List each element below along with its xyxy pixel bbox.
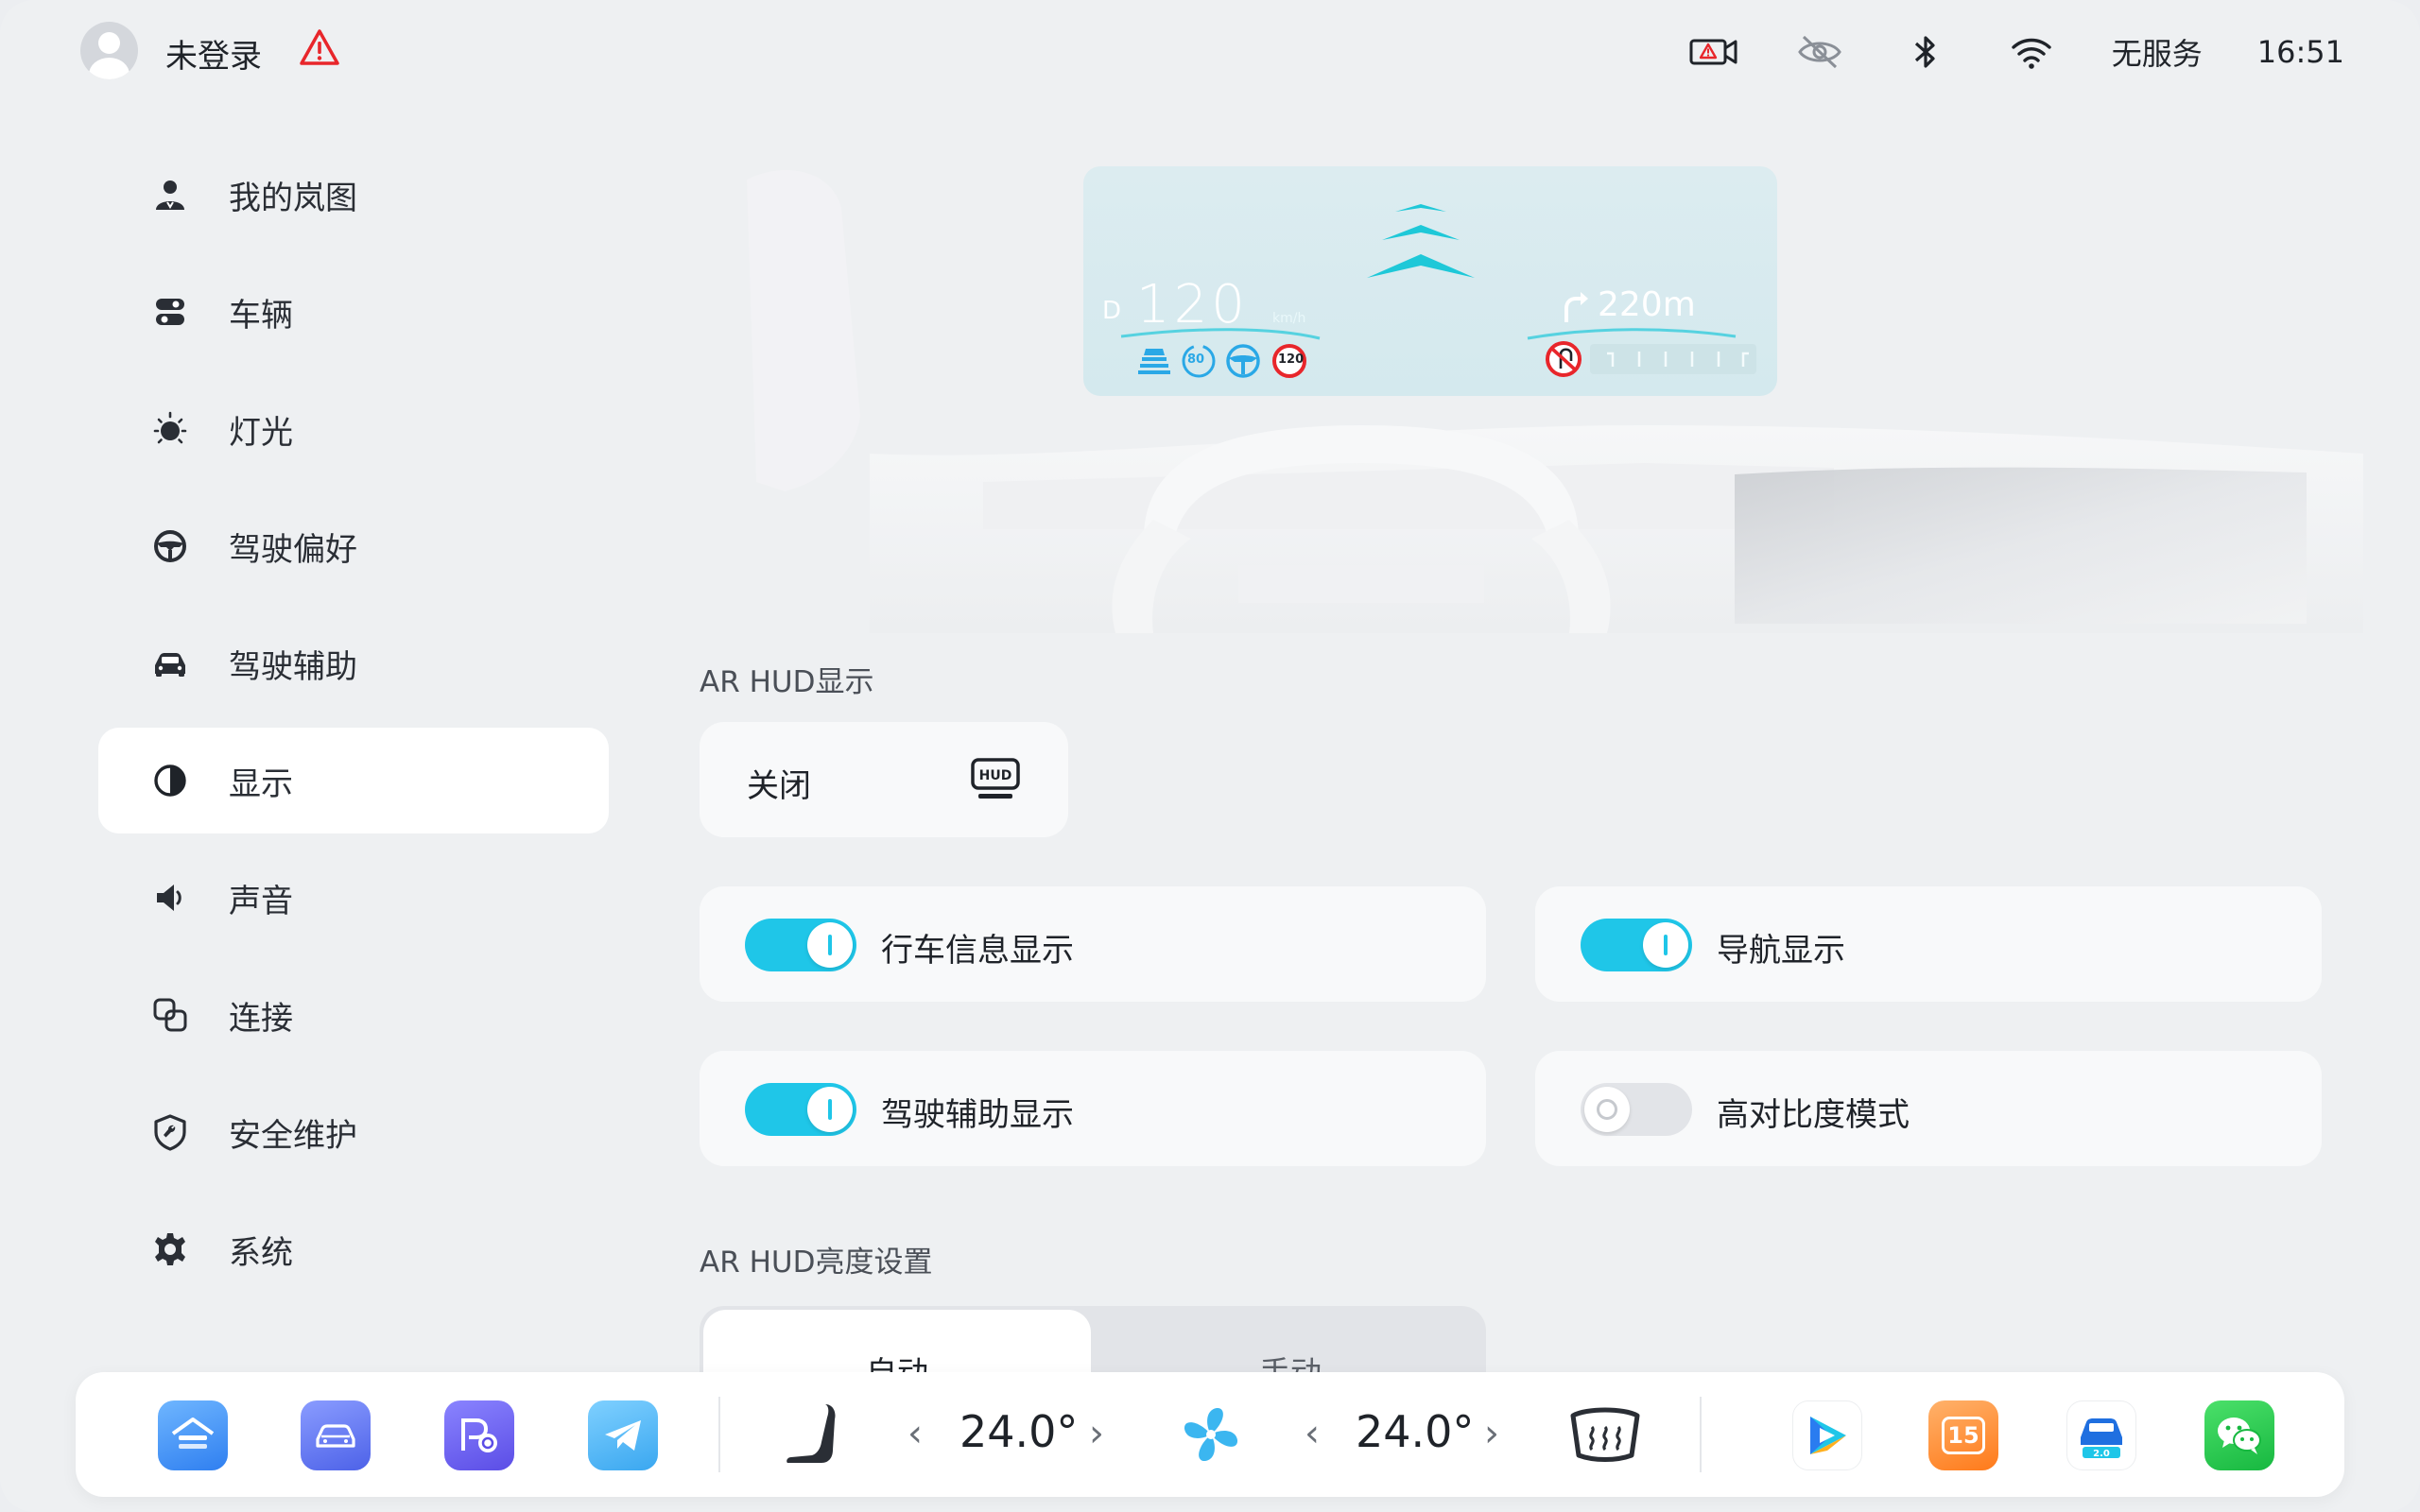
navigation-display-toggle[interactable] bbox=[1581, 919, 1692, 971]
hud-nav-distance: 220m bbox=[1598, 285, 1696, 324]
toggle-label: 行车信息显示 bbox=[881, 932, 1074, 970]
hud-display-preview: D 120 km/h 80 120 220m bbox=[1083, 166, 1777, 396]
sidebar-item-my-voyah[interactable]: 我的岚图 bbox=[98, 142, 609, 248]
sidebar-item-label: 我的岚图 bbox=[229, 179, 357, 217]
car-app-icon[interactable] bbox=[301, 1400, 371, 1470]
gear-icon bbox=[149, 1228, 191, 1270]
high-contrast-mode-card: 高对比度模式 bbox=[1535, 1051, 2322, 1166]
driving-assist-display-card: 驾驶辅助显示 bbox=[700, 1051, 1486, 1166]
wechat-app-icon[interactable] bbox=[2204, 1400, 2274, 1470]
avatar[interactable] bbox=[80, 22, 138, 79]
ar-hud-section-title: AR HUD显示 bbox=[700, 665, 874, 699]
hud-speed-unit: km/h bbox=[1272, 311, 1306, 326]
brightness-section-title: AR HUD亮度设置 bbox=[700, 1246, 933, 1280]
dock-divider bbox=[718, 1397, 720, 1472]
video-app-icon[interactable] bbox=[1792, 1400, 1862, 1470]
sidebar-item-label: 连接 bbox=[229, 999, 293, 1038]
status-icons: 无服务 16:51 bbox=[1688, 24, 2344, 80]
fan-icon[interactable] bbox=[1177, 1400, 1245, 1469]
status-bar: 未登录 无服务 16:51 bbox=[0, 0, 2420, 104]
rear-defrost-icon[interactable] bbox=[1567, 1400, 1643, 1469]
right-temp-decrease-button[interactable]: ‹ bbox=[1305, 1412, 1320, 1455]
sidebar-item-display[interactable]: 显示 bbox=[98, 728, 609, 833]
hud-gear: D bbox=[1102, 297, 1122, 325]
settings-screen: 未登录 无服务 16:51 我的岚图 车辆 灯光 驾驶偏好 驾驶辅助 显示 声音… bbox=[0, 0, 2420, 1512]
camera-off-icon[interactable] bbox=[1794, 29, 1845, 75]
calendar-app-icon[interactable]: 15 bbox=[1928, 1400, 1998, 1470]
home-app-icon[interactable] bbox=[158, 1400, 228, 1470]
sidebar-item-label: 安全维护 bbox=[229, 1116, 357, 1155]
hud-mode-label: 关闭 bbox=[747, 767, 811, 805]
network-status: 无服务 bbox=[2111, 36, 2203, 72]
display-contrast-icon bbox=[149, 760, 191, 801]
sidebar-item-system[interactable]: 系统 bbox=[98, 1196, 609, 1302]
hud-speed-limit: 120 bbox=[1278, 352, 1305, 367]
sidebar-item-label: 灯光 bbox=[229, 413, 293, 452]
driving-info-display-card: 行车信息显示 bbox=[700, 886, 1486, 1002]
seat-heating-icon[interactable] bbox=[780, 1399, 846, 1470]
user-icon bbox=[149, 174, 191, 215]
user-login-status[interactable]: 未登录 bbox=[165, 30, 262, 77]
sidebar-item-label: 驾驶辅助 bbox=[229, 647, 357, 686]
sidebar-item-lights[interactable]: 灯光 bbox=[98, 376, 609, 482]
high-contrast-mode-toggle[interactable] bbox=[1581, 1083, 1692, 1136]
speaker-icon bbox=[149, 877, 191, 919]
right-temp-increase-button[interactable]: › bbox=[1484, 1412, 1499, 1455]
lane-keep-icon bbox=[1138, 349, 1170, 374]
shield-wrench-icon bbox=[149, 1111, 191, 1153]
sidebar-item-label: 驾驶偏好 bbox=[229, 530, 357, 569]
sidebar-item-label: 系统 bbox=[229, 1233, 293, 1272]
hud-speed: 120 bbox=[1136, 274, 1249, 335]
hud-acc-speed: 80 bbox=[1187, 352, 1205, 367]
left-temp-decrease-button[interactable]: ‹ bbox=[908, 1412, 923, 1455]
left-temperature: 24.0° bbox=[959, 1406, 1079, 1457]
settings-sidebar: 我的岚图 车辆 灯光 驾驶偏好 驾驶辅助 显示 声音 连接 安全维护 系统 bbox=[98, 142, 609, 1314]
sidebar-item-vehicle[interactable]: 车辆 bbox=[98, 259, 609, 365]
steering-wheel-icon bbox=[149, 525, 191, 567]
warning-icon[interactable] bbox=[298, 26, 341, 70]
driving-info-display-toggle[interactable] bbox=[745, 919, 856, 971]
car-assist-icon bbox=[149, 643, 191, 684]
sidebar-item-driving-assist[interactable]: 驾驶辅助 bbox=[98, 610, 609, 716]
connection-icon bbox=[149, 994, 191, 1036]
telegram-app-icon[interactable] bbox=[588, 1400, 658, 1470]
vehicle-settings-icon bbox=[149, 291, 191, 333]
sidebar-item-connection[interactable]: 连接 bbox=[98, 962, 609, 1068]
calendar-day: 15 bbox=[1942, 1417, 1985, 1454]
hud-preview-illustration: D 120 km/h 80 120 220m bbox=[700, 142, 2382, 633]
sidebar-item-security-maintenance[interactable]: 安全维护 bbox=[98, 1079, 609, 1185]
left-temp-increase-button[interactable]: › bbox=[1089, 1412, 1104, 1455]
toggle-label: 高对比度模式 bbox=[1717, 1096, 1910, 1134]
bottom-dock: ‹ 24.0° › ‹ 24.0° › 15 2.0 bbox=[76, 1372, 2344, 1497]
light-icon bbox=[149, 408, 191, 450]
car-version: 2.0 bbox=[2093, 1449, 2110, 1459]
hud-icon-text: HUD bbox=[979, 768, 1012, 783]
sidebar-item-label: 显示 bbox=[229, 765, 293, 803]
right-temperature: 24.0° bbox=[1356, 1406, 1475, 1457]
dock-divider bbox=[1700, 1397, 1702, 1472]
wifi-icon[interactable] bbox=[2006, 29, 2057, 75]
clock: 16:51 bbox=[2256, 34, 2344, 70]
hud-icon: HUD bbox=[971, 758, 1020, 799]
camera-warning-icon[interactable] bbox=[1688, 29, 1739, 75]
sidebar-item-driving-preference[interactable]: 驾驶偏好 bbox=[98, 493, 609, 599]
sidebar-item-label: 车辆 bbox=[229, 296, 293, 335]
parking-app-icon[interactable] bbox=[444, 1400, 514, 1470]
bluetooth-icon[interactable] bbox=[1900, 29, 1951, 75]
car-control-2-app-icon[interactable]: 2.0 bbox=[2066, 1400, 2136, 1470]
driving-assist-display-toggle[interactable] bbox=[745, 1083, 856, 1136]
toggle-label: 驾驶辅助显示 bbox=[881, 1096, 1074, 1134]
sidebar-item-label: 声音 bbox=[229, 882, 293, 920]
toggle-label: 导航显示 bbox=[1717, 932, 1845, 970]
sidebar-item-sound[interactable]: 声音 bbox=[98, 845, 609, 951]
navigation-display-card: 导航显示 bbox=[1535, 886, 2322, 1002]
hud-mode-selector[interactable]: 关闭 HUD bbox=[700, 722, 1068, 837]
